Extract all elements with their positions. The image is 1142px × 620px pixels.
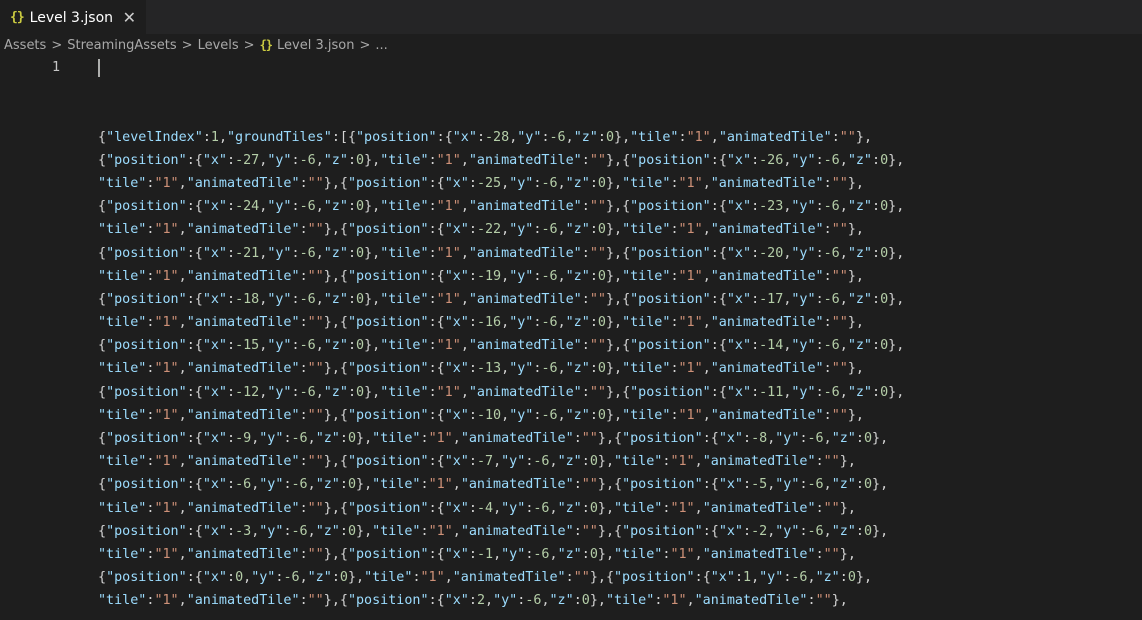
line-number-gutter: 1	[0, 56, 98, 620]
code-line: {"position":{"x": -18, "y": -6, "z":0}, "tile…	[98, 291, 905, 307]
code-area[interactable]: {"levelIndex":1, "groundTiles":[{"positio…	[98, 56, 1142, 620]
code-line: {"position":{"x": -3, "y": -6, "z":0}, "tile"…	[98, 523, 889, 539]
code-line: "tile": "1", "animatedTile": ""},{"position…	[98, 593, 848, 609]
editor-tab-bar: {} Level 3.json ✕	[0, 0, 1142, 34]
json-file-icon: {}	[10, 10, 25, 25]
close-icon[interactable]: ✕	[123, 8, 136, 27]
text-cursor	[98, 59, 100, 77]
breadcrumb-item-more[interactable]: ...	[375, 38, 387, 53]
code-line: {"position":{"x": -12, "y": -6, "z":0}, "tile…	[98, 384, 905, 400]
code-line: "tile": "1", "animatedTile": ""},{"position…	[98, 546, 856, 562]
code-line: {"position":{"x": -15, "y": -6, "z":0}, "tile…	[98, 338, 905, 354]
code-line: "tile": "1", "animatedTile": ""},{"position…	[98, 454, 856, 470]
code-line: "tile": "1", "animatedTile": ""},{"position…	[98, 500, 856, 516]
code-line: "tile": "1", "animatedTile": ""},{"position…	[98, 175, 864, 191]
code-editor[interactable]: 1 {"levelIndex":1, "groundTiles":[{"posit…	[0, 56, 1142, 620]
line-number: 1	[52, 60, 61, 75]
code-line: "tile": "1", "animatedTile": ""},{"position…	[98, 407, 864, 423]
breadcrumb-item-streamingassets[interactable]: StreamingAssets	[67, 38, 176, 53]
breadcrumb-separator: >	[359, 37, 371, 53]
code-line: "tile": "1", "animatedTile": ""},{"position…	[98, 222, 864, 238]
code-line: "tile": "1", "animatedTile": ""},{"position…	[98, 361, 864, 377]
breadcrumb-separator: >	[181, 37, 193, 53]
code-line: {"position":{"x": -21, "y": -6, "z":0}, "tile…	[98, 245, 905, 261]
json-file-icon: {}	[259, 38, 273, 52]
code-line: {"position":{"x": -24, "y": -6, "z":0}, "tile…	[98, 199, 905, 215]
breadcrumb: Assets > StreamingAssets > Levels > {} L…	[0, 34, 1142, 56]
code-line: "tile": "1", "animatedTile": ""},{"position…	[98, 315, 864, 331]
breadcrumb-item-level-3-json[interactable]: Level 3.json	[277, 38, 354, 53]
code-line: {"levelIndex":1, "groundTiles":[{"positio…	[98, 129, 872, 145]
breadcrumb-separator: >	[243, 37, 255, 53]
breadcrumb-item-levels[interactable]: Levels	[198, 38, 239, 53]
code-line: {"position":{"x": -27, "y": -6, "z":0}, "tile…	[98, 152, 905, 168]
breadcrumb-separator: >	[51, 37, 63, 53]
code-line: {"position":{"x": -9, "y": -6, "z":0}, "tile"…	[98, 431, 889, 447]
breadcrumb-item-assets[interactable]: Assets	[4, 38, 46, 53]
tab-label: Level 3.json	[29, 9, 114, 26]
code-line: {"position":{"x":0, "y": -6, "z":0}, "tile":…	[98, 570, 872, 586]
code-line: "tile": "1", "animatedTile": ""},{"position…	[98, 268, 864, 284]
tab-level-3-json[interactable]: {} Level 3.json ✕	[0, 0, 146, 34]
code-line: {"position":{"x": -6, "y": -6, "z":0}, "tile"…	[98, 477, 889, 493]
